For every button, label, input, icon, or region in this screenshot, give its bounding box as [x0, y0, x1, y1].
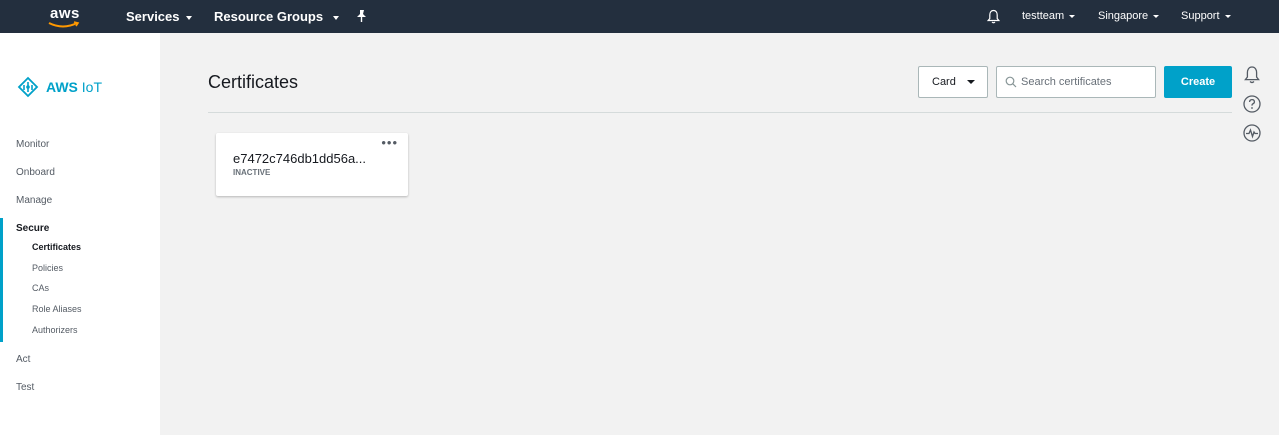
page-title: Certificates — [208, 72, 299, 92]
view-mode-select[interactable]: Card — [918, 66, 988, 98]
caret-down-icon — [1224, 14, 1231, 18]
search-icon — [1005, 76, 1017, 88]
account-label: testteam — [1022, 10, 1065, 22]
caret-down-icon — [185, 15, 192, 20]
services-label: Services — [126, 9, 180, 24]
sidebar-item-secure[interactable]: Secure — [16, 223, 49, 234]
view-mode-value: Card — [932, 76, 956, 88]
bell-icon[interactable] — [986, 9, 1001, 25]
brand-label: AWS IoT — [46, 79, 102, 95]
region-label: Singapore — [1098, 10, 1149, 22]
services-menu[interactable]: Services — [126, 0, 192, 33]
account-menu[interactable]: testteam — [1022, 0, 1076, 33]
top-navigation-bar: aws Services Resource Groups testteam Si… — [0, 0, 1279, 33]
search-input[interactable] — [1021, 73, 1149, 91]
sidebar-item-cas[interactable]: CAs — [32, 283, 49, 293]
aws-logo-text: aws — [50, 5, 80, 22]
pin-icon[interactable] — [355, 9, 368, 23]
sidebar-item-monitor[interactable]: Monitor — [16, 139, 49, 150]
sidebar-item-test[interactable]: Test — [16, 382, 34, 393]
sidebar-item-manage[interactable]: Manage — [16, 195, 52, 206]
sidebar-item-act[interactable]: Act — [16, 354, 30, 365]
title-divider — [208, 112, 1232, 113]
support-menu[interactable]: Support — [1181, 0, 1231, 33]
create-button[interactable]: Create — [1164, 66, 1232, 98]
certificate-id[interactable]: e7472c746db1dd56a... — [233, 151, 366, 166]
sidebar-item-certificates[interactable]: Certificates — [32, 242, 81, 252]
region-menu[interactable]: Singapore — [1098, 0, 1160, 33]
sidebar-item-onboard[interactable]: Onboard — [16, 167, 55, 178]
activity-pulse-icon[interactable] — [1242, 123, 1262, 143]
brand-suffix: IoT — [81, 79, 103, 95]
caret-down-icon — [1069, 14, 1076, 18]
resource-groups-menu[interactable]: Resource Groups — [214, 0, 340, 33]
card-more-menu-icon[interactable]: ••• — [381, 135, 398, 150]
brand-prefix: AWS — [46, 79, 78, 95]
search-field[interactable] — [996, 66, 1156, 98]
resource-groups-label: Resource Groups — [214, 9, 324, 24]
caret-down-icon — [1153, 14, 1160, 18]
active-section-indicator — [0, 218, 3, 342]
certificate-status: INACTIVE — [233, 168, 271, 177]
help-icon[interactable] — [1242, 94, 1262, 114]
caret-down-icon — [333, 15, 340, 20]
aws-logo[interactable]: aws — [46, 4, 86, 30]
aws-smile-icon — [48, 21, 80, 28]
sidebar-item-authorizers[interactable]: Authorizers — [32, 325, 78, 335]
certificate-card[interactable]: ••• e7472c746db1dd56a... INACTIVE — [216, 133, 408, 196]
sidebar-item-policies[interactable]: Policies — [32, 263, 63, 273]
support-label: Support — [1181, 10, 1220, 22]
notifications-bell-icon[interactable] — [1242, 65, 1262, 85]
caret-down-icon — [967, 80, 975, 84]
sidebar-item-role-aliases[interactable]: Role Aliases — [32, 304, 82, 314]
sidebar: AWS IoT Monitor Onboard Manage Secure Ce… — [0, 33, 160, 435]
iot-logo-icon — [17, 76, 39, 98]
